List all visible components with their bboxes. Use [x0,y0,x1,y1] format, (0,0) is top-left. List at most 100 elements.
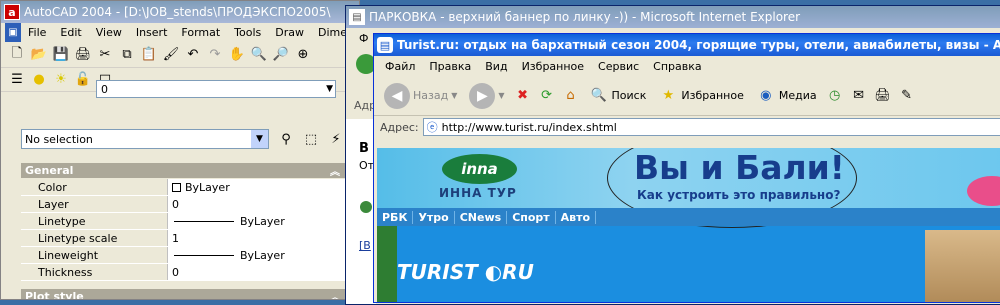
address-input[interactable]: ⓔ http://www.turist.ru/index.shtml [422,118,1000,136]
pan-icon[interactable]: ✋ [227,45,247,65]
property-row-layer[interactable]: Layer 0 [21,196,346,213]
menu-help[interactable]: Справка [646,60,708,73]
page-fragment-link[interactable]: [В [359,239,371,252]
ie-toolbar: ◀ Назад ▼ ▶ ▼ ✖ ⟳ ⌂ 🔍 Поиск ★ Избранное … [374,76,1000,116]
open-icon[interactable]: 📂 [29,45,49,65]
chevron-down-icon[interactable]: ▼ [451,91,457,100]
print-icon[interactable]: 🖨 [873,86,893,106]
undo-icon[interactable]: ↶ [183,45,203,65]
zoom-window-icon[interactable]: 🔎 [271,45,291,65]
plot-icon[interactable]: 🖨 [73,45,93,65]
history-icon[interactable]: ◷ [825,86,845,106]
autocad-standard-toolbar: 🗋 📂 💾 🖨 ✂ ⧉ 📋 🖌 ↶ ↷ ✋ 🔍 🔎 ⊕ [1,42,359,68]
autocad-titlebar[interactable]: a AutoCAD 2004 - [D:\JOB_stends\ПРОДЭКСП… [1,1,359,23]
menu-file[interactable]: File [21,26,53,39]
menu-file[interactable]: Файл [378,60,422,73]
nav-link-cnews[interactable]: CNews [455,210,508,224]
menu-insert[interactable]: Insert [129,26,175,39]
copy-icon[interactable]: ⧉ [117,45,137,65]
property-row-linetype-scale[interactable]: Linetype scale 1 [21,230,346,247]
inna-tour-caption: ИННА ТУР [439,186,517,200]
property-name: Linetype [21,213,168,229]
ie-turist-titlebar[interactable]: ▤ Turist.ru: отдых на бархатный сезон 20… [374,34,1000,56]
autocad-doc-icon[interactable]: ▣ [5,23,21,42]
inna-tour-logo[interactable]: inna [442,154,517,184]
selection-value: No selection [25,132,93,146]
top-banner[interactable]: inna ИННА ТУР Вы и Бали! Как устроить эт… [377,148,1000,228]
palm-image [377,226,397,302]
menu-format[interactable]: Format [174,26,227,39]
paste-icon[interactable]: 📋 [139,45,159,65]
menu-tools[interactable]: Tools [227,26,268,39]
ie-parking-menu-partial[interactable]: Ф [359,32,368,45]
property-row-thickness[interactable]: Thickness 0 [21,264,346,281]
menu-draw[interactable]: Draw [268,26,311,39]
zoom-previous-icon[interactable]: ⊕ [293,45,313,65]
property-row-lineweight[interactable]: Lineweight ByLayer [21,247,346,264]
ie-turist-window: ▤ Turist.ru: отдых на бархатный сезон 20… [373,33,1000,303]
property-value[interactable]: ByLayer [168,213,346,229]
selection-dropdown[interactable]: No selection ▼ [21,129,269,149]
ie-turist-title: Turist.ru: отдых на бархатный сезон 2004… [397,38,1000,52]
stop-icon[interactable]: ✖ [513,86,533,106]
home-icon[interactable]: ⌂ [561,86,581,106]
back-button[interactable]: ◀ Назад ▼ [380,81,461,111]
property-row-color[interactable]: Color ByLayer [21,179,346,196]
autocad-app-icon: a [4,4,20,20]
collapse-icon[interactable]: ︽ [330,163,340,178]
menu-view[interactable]: View [89,26,129,39]
chevron-down-icon[interactable]: ▼ [498,91,504,100]
autocad-menubar: ▣ File Edit View Insert Format Tools Dra… [1,23,359,42]
zoom-icon[interactable]: 🔍 [249,45,269,65]
nav-link-utro[interactable]: Утро [413,210,455,224]
property-value[interactable]: 0 [168,196,346,212]
turist-logo[interactable]: TURIST ◐RU [397,260,534,284]
favorites-button[interactable]: ★ Избранное [654,84,747,108]
section-plot-style[interactable]: Plot style ︽ [21,289,346,300]
collapse-icon[interactable]: ︽ [330,289,340,299]
save-icon[interactable]: 💾 [51,45,71,65]
refresh-icon[interactable]: ⟳ [537,86,557,106]
chevron-down-icon[interactable]: ▼ [326,84,333,94]
property-name: Lineweight [21,247,168,263]
ie-page-icon: ⓔ [426,121,438,134]
property-value[interactable]: 0 [168,264,346,280]
ie-parking-titlebar[interactable]: ▤ ПАРКОВКА - верхний баннер по линку -))… [346,6,1000,28]
toggle-pickadd-icon[interactable]: ⚲ [276,129,296,149]
section-plot-style-label: Plot style [25,290,84,300]
address-bar: Адрес: ⓔ http://www.turist.ru/index.shtm… [374,116,1000,138]
property-row-linetype[interactable]: Linetype ByLayer [21,213,346,230]
cut-icon[interactable]: ✂ [95,45,115,65]
property-value[interactable]: ByLayer [168,247,346,263]
search-button[interactable]: 🔍 Поиск [585,84,651,108]
autocad-window: a AutoCAD 2004 - [D:\JOB_stends\ПРОДЭКСП… [0,0,360,300]
select-objects-icon[interactable]: ⬚ [301,129,321,149]
layer-dropdown[interactable]: 0 ▼ [96,80,336,98]
back-arrow-icon: ◀ [384,82,410,109]
menu-edit[interactable]: Правка [422,60,478,73]
property-value[interactable]: ByLayer [168,179,346,195]
ie-menubar: Файл Правка Вид Избранное Сервис Справка [374,56,1000,76]
media-button[interactable]: ◉ Медиа [752,84,821,108]
layers-icon[interactable]: ☰ [7,70,27,90]
new-icon[interactable]: 🗋 [7,45,27,65]
menu-tools[interactable]: Сервис [591,60,646,73]
turist-page: inna ИННА ТУР Вы и Бали! Как устроить эт… [377,148,1000,302]
nav-link-auto[interactable]: Авто [556,210,597,224]
page-fragment-text: От [359,159,375,172]
mail-icon[interactable]: ✉ [849,86,869,106]
redo-icon[interactable]: ↷ [205,45,225,65]
chevron-down-icon[interactable]: ▼ [251,130,268,148]
match-properties-icon[interactable]: 🖌 [161,45,181,65]
nav-link-rbc[interactable]: РБК [377,210,414,224]
menu-view[interactable]: Вид [478,60,514,73]
menu-favorites[interactable]: Избранное [515,60,591,73]
property-value[interactable]: 1 [168,230,346,246]
quick-select-icon[interactable]: ⚡ [326,129,346,149]
nav-link-sport[interactable]: Спорт [507,210,556,224]
section-general-label: General [25,164,74,177]
menu-edit[interactable]: Edit [53,26,88,39]
forward-button[interactable]: ▶ ▼ [465,81,508,111]
edit-icon[interactable]: ✎ [897,86,917,106]
section-general[interactable]: General ︽ [21,163,346,178]
